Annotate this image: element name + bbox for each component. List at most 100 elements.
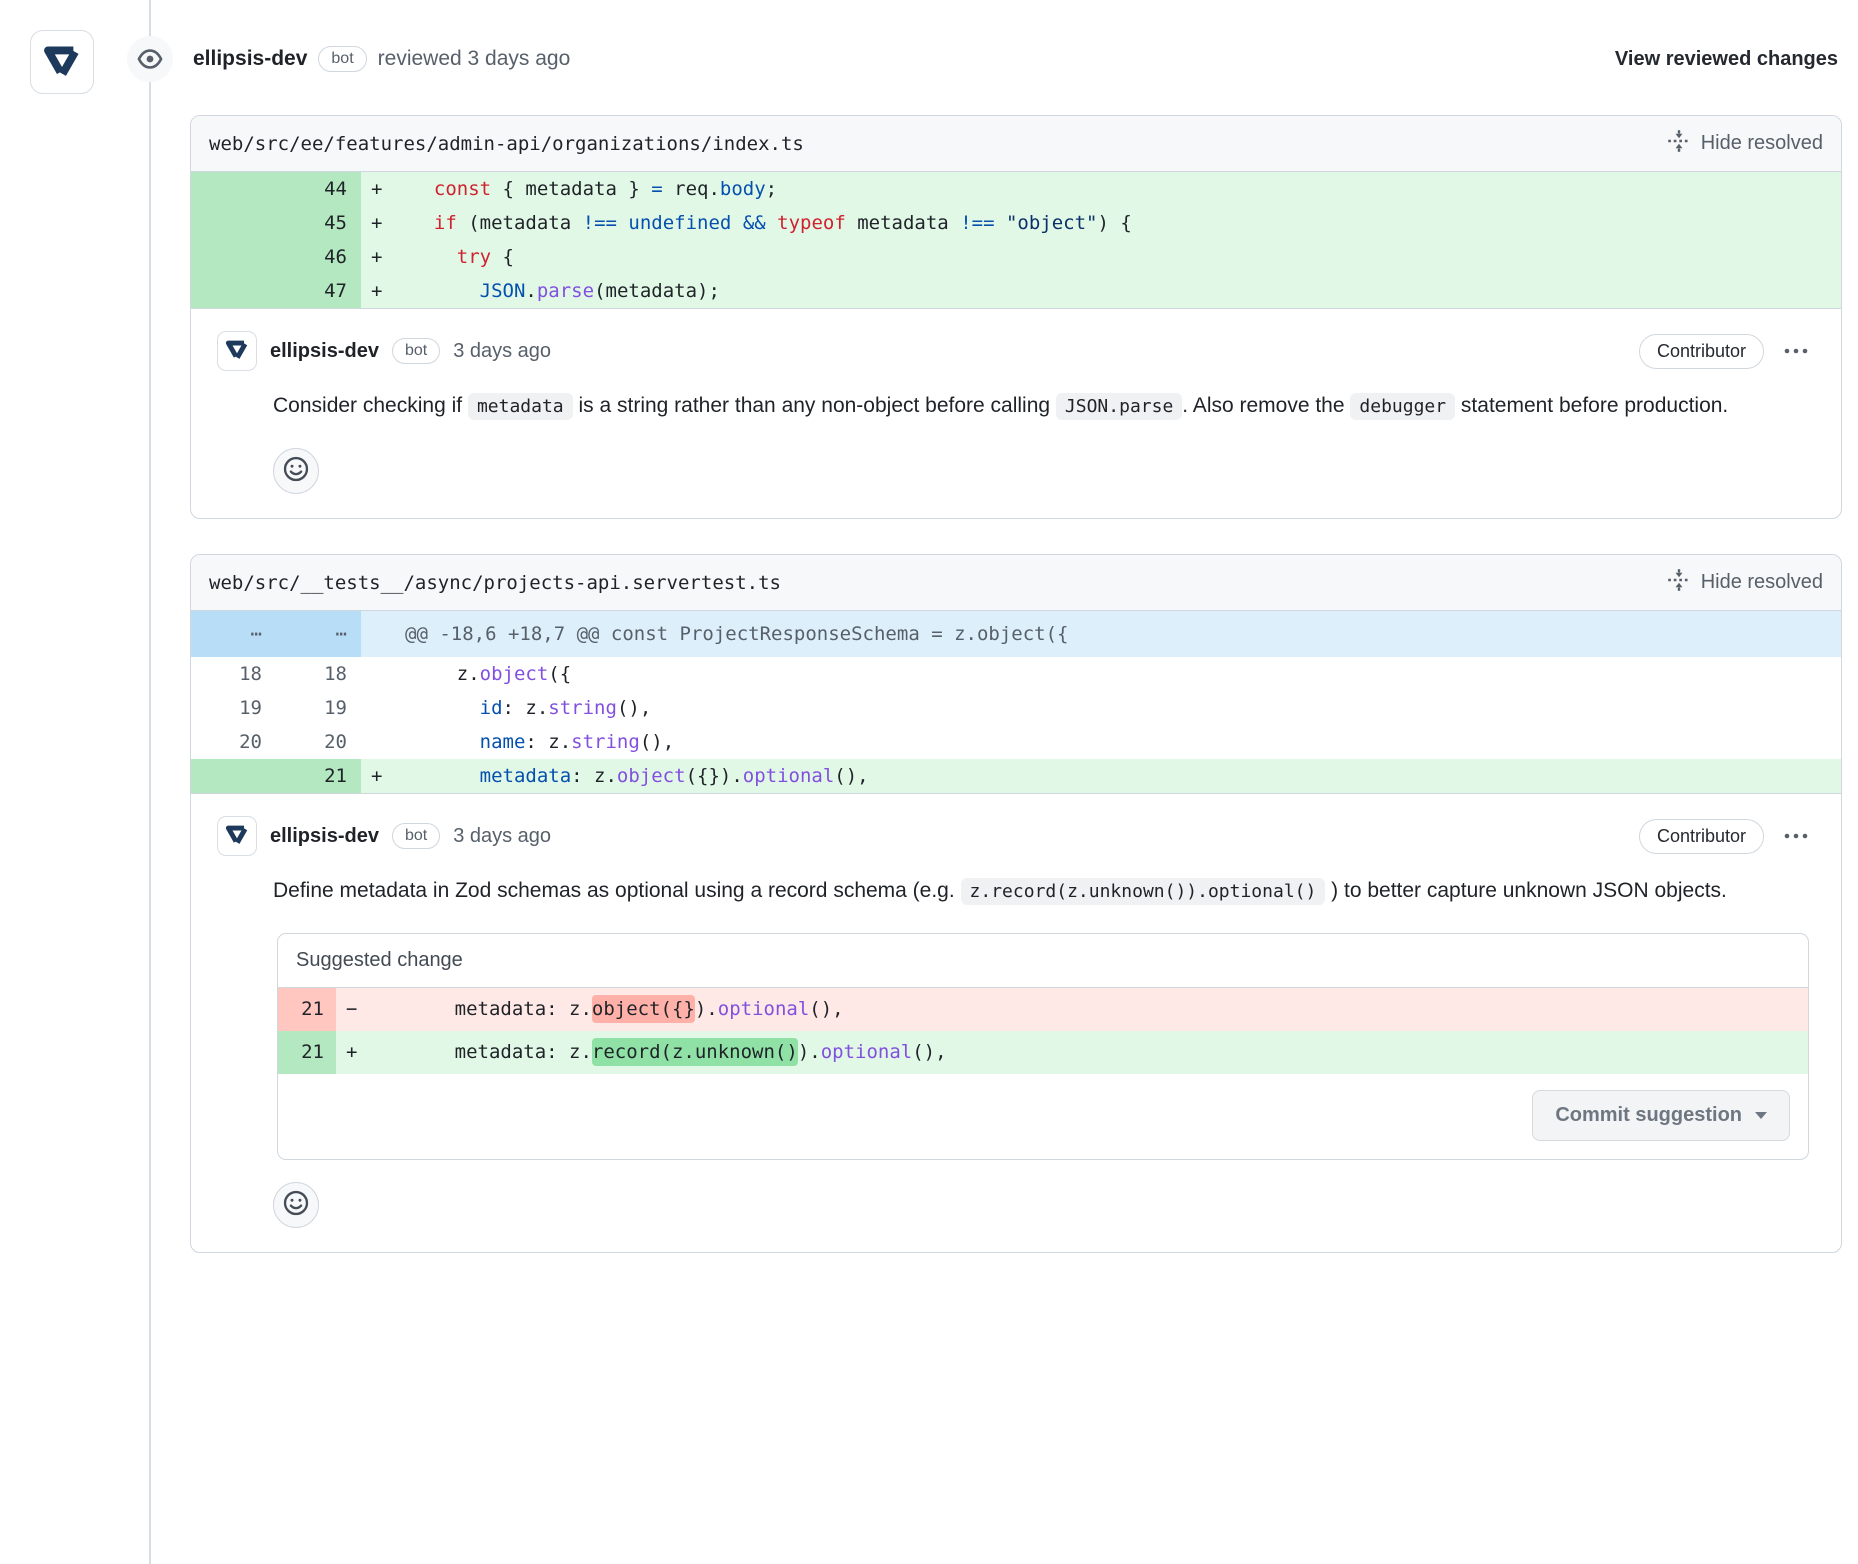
file-path-link[interactable]: web/src/ee/features/admin-api/organizati… <box>209 133 804 155</box>
chevron-down-icon <box>1755 1112 1767 1119</box>
reviewer-avatar[interactable] <box>30 30 94 94</box>
code-line: const { metadata } = req.body; <box>393 172 1841 206</box>
smiley-icon <box>282 455 310 488</box>
file-path-link[interactable]: web/src/__tests__/async/projects-api.ser… <box>209 572 781 594</box>
review-event-header: ellipsis-dev bot reviewed 3 days ago Vie… <box>193 46 1838 72</box>
line-number[interactable]: ⋯ <box>191 611 276 657</box>
comment-timestamp[interactable]: 3 days ago <box>453 340 551 363</box>
line-number[interactable]: 18 <box>276 657 361 691</box>
diff-line: 1919 id: z.string(), <box>191 691 1841 725</box>
diff-line: 21− metadata: z.object({}).optional(), <box>278 988 1808 1031</box>
diff-line: 46+ try { <box>191 240 1841 274</box>
diff-line: ⋯⋯@@ -18,6 +18,7 @@ const ProjectRespons… <box>191 611 1841 657</box>
reviewer-name[interactable]: ellipsis-dev <box>193 47 307 71</box>
ellipsis-logo-icon <box>41 39 83 86</box>
diff-sign: + <box>361 240 393 274</box>
bot-badge: bot <box>392 338 440 364</box>
add-reaction-button[interactable] <box>273 448 319 494</box>
hide-resolved-button[interactable]: Hide resolved <box>1667 568 1823 598</box>
diff-sign: + <box>336 1031 368 1074</box>
file-header: web/src/__tests__/async/projects-api.ser… <box>191 555 1841 611</box>
comment-body: Define metadata in Zod schemas as option… <box>273 872 1815 911</box>
diff-line: 2020 name: z.string(), <box>191 725 1841 759</box>
fold-icon <box>1667 129 1691 159</box>
suggestion-footer: Commit suggestion <box>278 1074 1808 1159</box>
pr-review-timeline: { "header": { "author": "ellipsis-dev", … <box>0 0 1858 1564</box>
diff-sign: + <box>361 206 393 240</box>
review-thread-card: web/src/ee/features/admin-api/organizati… <box>190 115 1842 519</box>
hide-resolved-label: Hide resolved <box>1701 571 1823 594</box>
diff-sign: + <box>361 172 393 206</box>
diff-sign: − <box>336 988 368 1031</box>
code-line: z.object({ <box>393 657 1841 691</box>
code-line: id: z.string(), <box>393 691 1841 725</box>
code-line: name: z.string(), <box>393 725 1841 759</box>
comment-header: ellipsis-dev bot 3 days ago Contributor <box>217 816 1815 856</box>
ellipsis-logo-icon <box>224 821 250 852</box>
code-line: metadata: z.object({}).optional(), <box>393 759 1841 793</box>
diff-sign <box>361 691 393 725</box>
hide-resolved-label: Hide resolved <box>1701 132 1823 155</box>
code-line: if (metadata !== undefined && typeof met… <box>393 206 1841 240</box>
line-number[interactable]: 21 <box>276 759 361 793</box>
comment-author[interactable]: ellipsis-dev <box>270 825 379 848</box>
eye-icon <box>127 36 173 82</box>
suggestion-diff: 21− metadata: z.object({}).optional(),21… <box>278 988 1808 1074</box>
fold-icon <box>1667 568 1691 598</box>
line-number[interactable]: 45 <box>276 206 361 240</box>
comment-author[interactable]: ellipsis-dev <box>270 340 379 363</box>
kebab-menu-icon[interactable] <box>1777 346 1815 356</box>
review-cards: web/src/ee/features/admin-api/organizati… <box>0 0 1858 1253</box>
inline-code: debugger <box>1350 393 1455 420</box>
line-number[interactable] <box>191 172 276 206</box>
file-header: web/src/ee/features/admin-api/organizati… <box>191 116 1841 172</box>
line-number[interactable]: ⋯ <box>276 611 361 657</box>
review-action-text: reviewed 3 days ago <box>378 47 571 71</box>
kebab-menu-icon[interactable] <box>1777 831 1815 841</box>
hide-resolved-button[interactable]: Hide resolved <box>1667 129 1823 159</box>
comment-avatar[interactable] <box>217 331 257 371</box>
line-number[interactable]: 47 <box>276 274 361 308</box>
line-number[interactable]: 21 <box>278 1031 336 1074</box>
line-number[interactable]: 20 <box>191 725 276 759</box>
line-number[interactable]: 18 <box>191 657 276 691</box>
line-number[interactable] <box>191 759 276 793</box>
code-line: try { <box>393 240 1841 274</box>
view-reviewed-changes-link[interactable]: View reviewed changes <box>1615 48 1838 71</box>
comment-body: Consider checking if metadata is a strin… <box>273 387 1815 426</box>
code-line: metadata: z.record(z.unknown()).optional… <box>368 1031 1808 1074</box>
diff-line: 1818 z.object({ <box>191 657 1841 691</box>
comment-header: ellipsis-dev bot 3 days ago Contributor <box>217 331 1815 371</box>
line-number[interactable] <box>191 206 276 240</box>
suggested-change-title: Suggested change <box>278 934 1808 988</box>
diff-sign <box>361 657 393 691</box>
line-number[interactable] <box>191 240 276 274</box>
line-number[interactable]: 20 <box>276 725 361 759</box>
line-number[interactable]: 19 <box>191 691 276 725</box>
diff-line: 47+ JSON.parse(metadata); <box>191 274 1841 308</box>
suggested-change-block: Suggested change 21− metadata: z.object(… <box>277 933 1809 1160</box>
line-number[interactable]: 44 <box>276 172 361 206</box>
review-thread-card: web/src/__tests__/async/projects-api.ser… <box>190 554 1842 1253</box>
comment-avatar[interactable] <box>217 816 257 856</box>
line-number[interactable] <box>191 274 276 308</box>
diff-block: 44+ const { metadata } = req.body;45+ if… <box>191 172 1841 309</box>
comment-timestamp[interactable]: 3 days ago <box>453 825 551 848</box>
add-reaction-button[interactable] <box>273 1182 319 1228</box>
diff-line: 45+ if (metadata !== undefined && typeof… <box>191 206 1841 240</box>
ellipsis-logo-icon <box>224 336 250 367</box>
timeline-line <box>149 0 151 1564</box>
review-comment: ellipsis-dev bot 3 days ago Contributor … <box>191 794 1841 1252</box>
diff-block: ⋯⋯@@ -18,6 +18,7 @@ const ProjectRespons… <box>191 611 1841 794</box>
diff-line: 21+ metadata: z.object({}).optional(), <box>191 759 1841 793</box>
code-line: metadata: z.object({}).optional(), <box>368 988 1808 1031</box>
inline-code: z.record(z.unknown()).optional() <box>961 878 1326 905</box>
line-number[interactable]: 19 <box>276 691 361 725</box>
diff-line: 21+ metadata: z.record(z.unknown()).opti… <box>278 1031 1808 1074</box>
diff-sign <box>361 725 393 759</box>
line-number[interactable]: 21 <box>278 988 336 1031</box>
contributor-badge: Contributor <box>1639 334 1764 369</box>
commit-suggestion-button[interactable]: Commit suggestion <box>1532 1090 1790 1141</box>
line-number[interactable]: 46 <box>276 240 361 274</box>
inline-code: metadata <box>468 393 573 420</box>
